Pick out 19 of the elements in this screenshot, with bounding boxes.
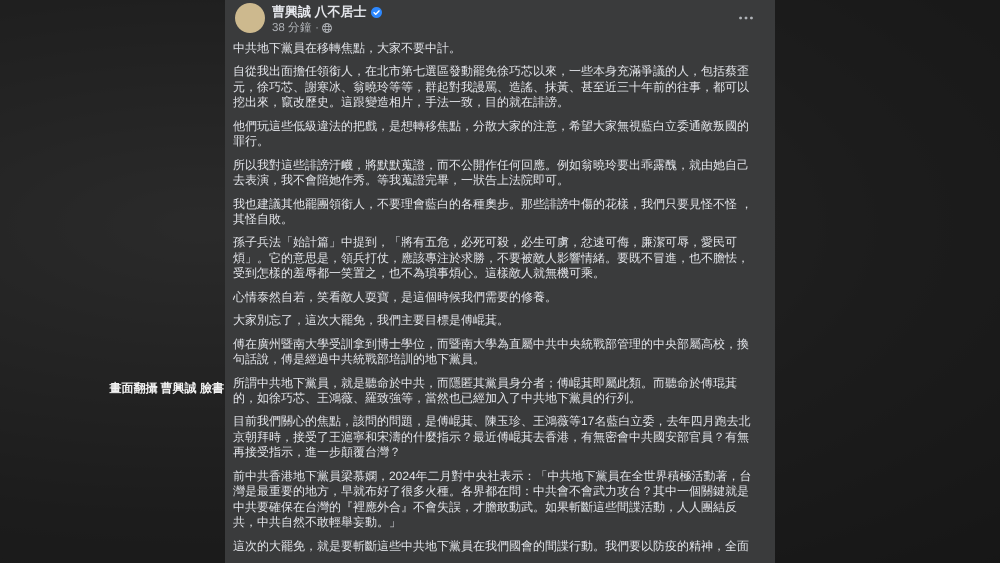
post-paragraph: 前中共香港地下黨員梁慕嫻，2024年二月對中央社表示：「中共地下黨員在全世界積極活動著，台灣是最重要的地方，早就布好了很多火種。各界都在問：中共會不會武力攻台？其中一個關鍵就是中共要確保在台灣的『裡應外合』不會失誤，才膽敢動武。如果斬斷這些間諜活動，人人團結反共，中共自然不敢輕舉妄動。」 xyxy=(233,468,753,531)
post-paragraph: 心情泰然自若，笑看敵人耍寶，是這個時候我們需要的修養。 xyxy=(233,290,558,306)
post-paragraph: 他們玩這些低級違法的把戲，是想轉移焦點，分散大家的注意，希望大家無視藍白立委通敵叛國的罪行。 xyxy=(233,118,750,150)
post-paragraph: 孫子兵法「始計篇」中提到，「將有五危，必死可殺，必生可虜，忿速可侮，廉潔可辱，愛民可煩」。它的意思是，領兵打仗，應該專注於求勝，不要被敵人影響情緒。要既不冒進，也不膽怯，受到怎樣的羞辱都一笑置之，也不為瑣事煩心。這樣敵人就無機可乘。 xyxy=(233,235,750,282)
author-name[interactable]: 曹興誠 八不居士 xyxy=(272,4,367,20)
post-paragraph: 我也建議其他罷團領銜人，不要理會藍白的各種奧步。那些誹謗中傷的花樣，我們只要見怪不怪 ，其怪自敗。 xyxy=(233,196,754,228)
post-paragraph: 這次的大罷免，就是要斬斷這些中共地下黨員在我們國會的間諜行動。我們要以防疫的精神，全面 xyxy=(233,538,750,554)
post-paragraph: 所以我對這些誹謗汙衊，將默默蒐證，而不公開作任何回應。例如翁曉玲要出乖露醜，就由她自己去表演，我不會陪她作秀。等我蒐證完畢，一狀告上法院即可。 xyxy=(233,158,750,189)
post-paragraph: 傅在廣州暨南大學受訓拿到博士學位，而暨南大學為直屬中共中央統戰部管理的中央部屬高校，換句話說，傅是經過中共統戰部培訓的地下黨員。 xyxy=(233,336,750,368)
post-paragraph: 中共地下黨員在移轉焦點，大家不要中計。 xyxy=(233,41,462,56)
post-paragraph: 大家別忘了，這次大罷免，我們主要目標是傅崐萁。 xyxy=(233,313,510,329)
caption-text: 畫面翻攝 曹興誠 臉書 xyxy=(109,380,225,396)
globe-icon xyxy=(322,23,332,33)
more-icon[interactable] xyxy=(739,16,753,20)
post-paragraph: 所謂中共地下黨員，就是聽命於中共，而隱匿其黨員身分者；傅崐萁即屬此類。而聽命於傅琨萁的，如徐巧芯、王鴻薇、羅致強等，當然也已經加入了中共地下黨員的行列。 xyxy=(233,376,738,407)
avatar-icon[interactable] xyxy=(235,3,265,33)
post-paragraph: 自從我出面擔任領銜人，在北市第七選區發動罷免徐巧芯以來，一些本身充滿爭議的人，包括蔡歪元，徐巧芯、謝寒冰、翁曉玲等等，群起對我謾罵、造謠、抹黃、甚至近三十年前的往事，都可以挖出來，竄改歷史。這跟變造相片，手法一致，目的就在誹謗。 xyxy=(233,64,750,111)
post-paragraph: 目前我們關心的焦點，該問的問題，是傅崐萁、陳玉珍、王鴻薇等17名藍白立委，去年四月跑去北京朝拜時，接受了王滬寧和宋濤的什麼指示？最近傅崐萁去香港，有無密會中共國安部官員？有無再接受指示，進一步顛覆台灣？ xyxy=(233,414,752,461)
post-time[interactable]: 38 分鐘 · xyxy=(272,21,320,35)
